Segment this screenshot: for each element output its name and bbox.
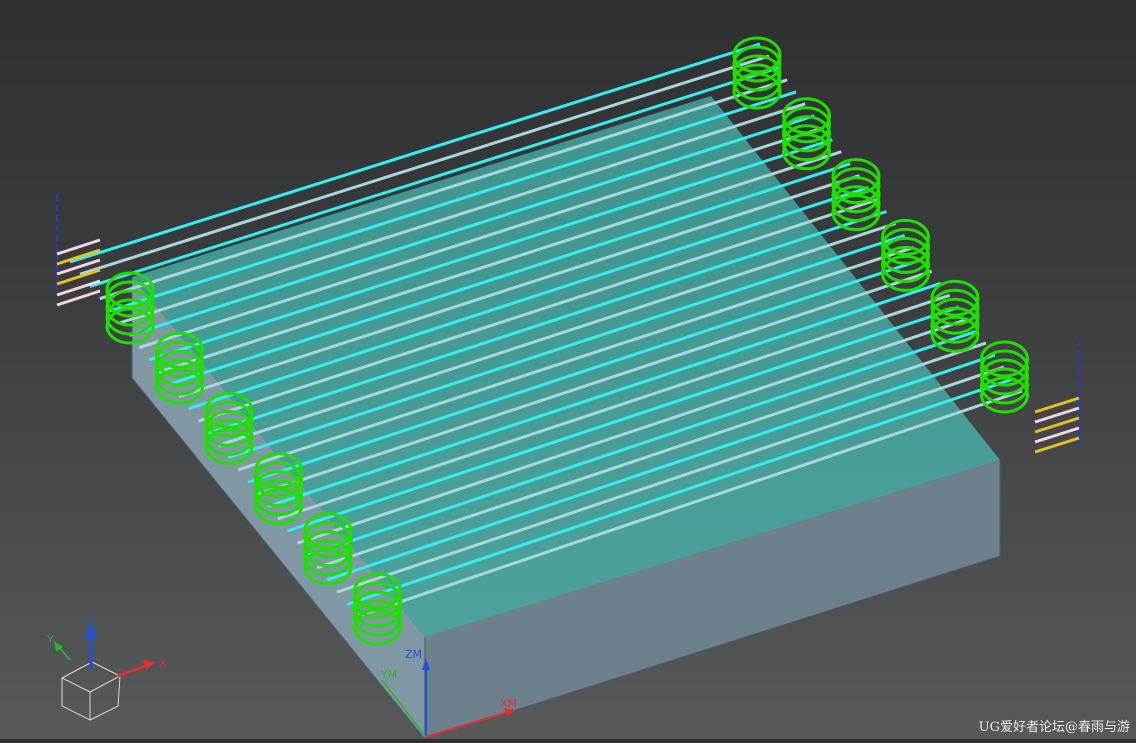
triad-y-label: Y [46,633,54,646]
triad-x-label: X [159,657,167,670]
triad-cube-left [61,678,91,721]
3d-scene[interactable]: ZM YM XM Z X Y [0,0,1136,740]
view-triad[interactable]: Z X Y [46,616,167,721]
triad-z-label: Z [87,616,95,629]
triad-x-axis [117,663,149,678]
watermark-text: UG爱好者论坛@春雨与游 [978,720,1130,735]
mcs-x-label: XM [500,697,517,710]
triad-x-arrow [143,660,156,670]
stock-block [131,96,1001,740]
mcs-y-label: YM [380,668,397,681]
toolpath-exit-right [1034,340,1080,454]
graphics-viewport[interactable]: ZM YM XM Z X Y UG爱好者论坛@春雨与游 [0,0,1136,740]
triad-cube-right [89,675,121,721]
toolpath-entry-left [56,195,101,307]
mcs-z-label: ZM [405,648,422,661]
